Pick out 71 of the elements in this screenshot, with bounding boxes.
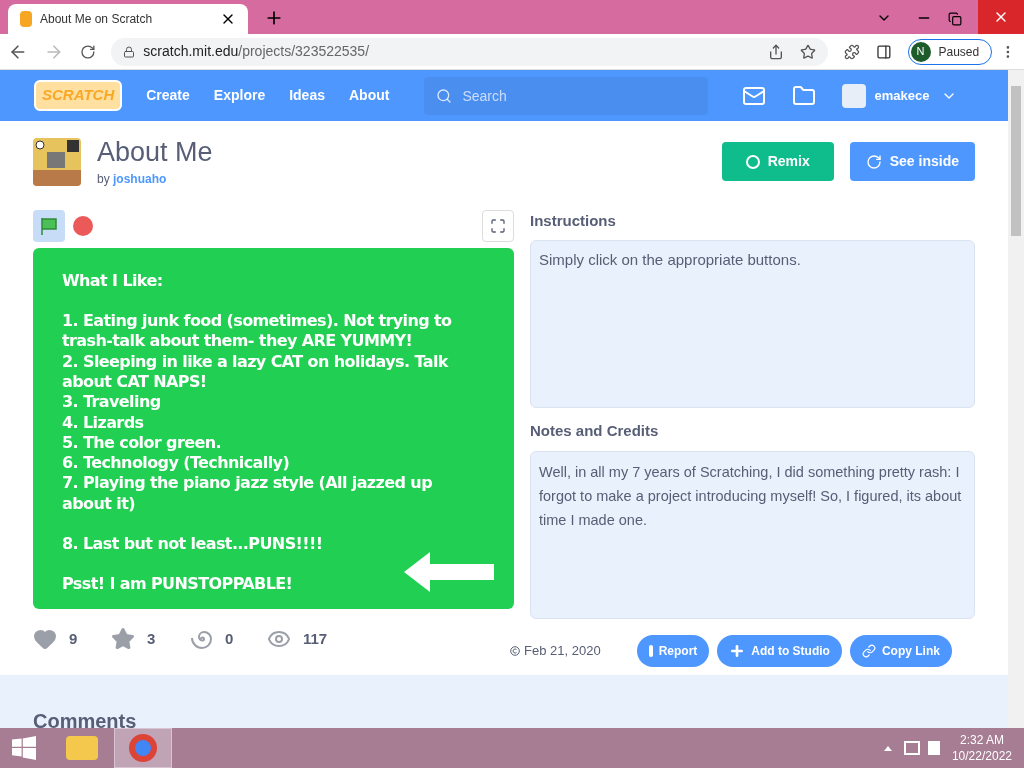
nav-link[interactable]: Explore	[213, 85, 266, 106]
search-icon	[436, 87, 453, 104]
project-title: About Me	[97, 136, 213, 169]
chrome-taskbar-button[interactable]	[114, 728, 172, 768]
stat-count: 117	[303, 628, 328, 649]
url-text: scratch.mit.edu/projects/323522535/	[143, 42, 370, 61]
action-button[interactable]: Copy Link	[849, 634, 952, 667]
user-avatar	[842, 83, 867, 108]
stage-text-line: Psst! I am PUNSTOPPABLE!	[62, 574, 294, 595]
nav-link[interactable]: Create	[146, 85, 190, 106]
profile-status: Paused	[938, 43, 980, 61]
fullscreen-icon	[490, 218, 506, 235]
stat-count: 9	[69, 628, 78, 649]
stage-text-line: What I Like:	[62, 270, 164, 292]
side-panel-icon[interactable]	[875, 43, 892, 60]
action-button[interactable]: Report	[636, 634, 710, 667]
see-inside-button[interactable]: See inside	[849, 142, 975, 182]
scrollbar[interactable]	[1008, 70, 1024, 728]
clock-time: 2:32 AM	[959, 732, 1004, 748]
clock-date: 10/22/2022	[951, 748, 1012, 764]
tray-arrow-icon[interactable]	[883, 745, 892, 751]
reload-icon[interactable]	[79, 43, 96, 60]
stat-count: 0	[225, 628, 234, 649]
plus-icon	[729, 642, 746, 659]
stage-text-line: 5. The color green.	[62, 432, 223, 454]
arrow-icon	[404, 551, 494, 592]
author-link[interactable]: joshuaho	[113, 171, 167, 186]
folder-icon[interactable]	[792, 83, 817, 108]
start-flag-button[interactable]	[33, 210, 65, 243]
instructions-heading: Instructions	[530, 210, 617, 231]
restore-icon[interactable]	[948, 12, 962, 26]
scratch-logo[interactable]: SCRATCH	[34, 80, 123, 111]
tab-title: About Me on Scratch	[40, 11, 154, 28]
stage-text-line: 2. Sleeping in like a lazy CAT on holidays. Talk about CAT NAPS!	[62, 351, 450, 393]
stage-text-line: 3. Traveling	[62, 392, 162, 413]
star-icon[interactable]	[111, 626, 135, 651]
instructions-panel: Simply click on the appropriate buttons.	[530, 240, 975, 409]
project-thumbnail	[33, 137, 81, 186]
stat-count: 3	[147, 628, 156, 649]
remix-button[interactable]: Remix	[721, 142, 834, 182]
share-icon[interactable]	[767, 43, 784, 60]
stop-button[interactable]	[73, 216, 93, 237]
close-window-button[interactable]	[978, 0, 1024, 34]
lock-icon	[123, 45, 136, 58]
nav-link[interactable]: About	[349, 85, 390, 106]
windows-start-icon[interactable]	[12, 736, 36, 760]
flag-icon	[39, 216, 59, 237]
comments-heading: Comments	[33, 710, 137, 728]
notes-panel: Well, in all my 7 years of Scratching, I did something pretty rash: I forgot to make a project introducing myself! So, I figured, its about time I made one.	[530, 450, 975, 619]
action-button[interactable]: Add to Studio	[717, 634, 842, 667]
notes-heading: Notes and Credits	[530, 421, 660, 442]
stage-text-line: 8. Last but not least...PUNS!!!!	[62, 534, 324, 555]
extensions-icon[interactable]	[843, 43, 860, 60]
nav-link[interactable]: Ideas	[289, 85, 325, 106]
arrows-icon	[865, 153, 882, 170]
copyright-icon	[510, 645, 520, 656]
stage-text-line: 6. Technology (Technically)	[62, 453, 291, 474]
browser-tab[interactable]: About Me on Scratch	[8, 4, 248, 34]
username[interactable]: emakece	[874, 85, 930, 106]
address-bar[interactable]: scratch.mit.edu/projects/323522535/	[111, 37, 828, 66]
fullscreen-button[interactable]	[482, 210, 514, 243]
stage-text-line: 4. Lizards	[62, 412, 145, 433]
search-field[interactable]: Search	[424, 76, 709, 115]
stage-text-line: 7. Playing the piano jazz style (All jazzed up about it)	[62, 473, 434, 514]
profile-avatar: N	[910, 41, 931, 62]
link-icon	[861, 643, 876, 658]
by-label: by	[97, 171, 110, 186]
share-date: Feb 21, 2020	[524, 642, 601, 660]
project-stage[interactable]	[33, 247, 514, 609]
stage-text-line: 1. Eating junk food (sometimes). Not trying to trash-talk about them- they ARE YUMMY!	[62, 311, 453, 352]
bookmark-star-icon[interactable]	[799, 43, 816, 60]
